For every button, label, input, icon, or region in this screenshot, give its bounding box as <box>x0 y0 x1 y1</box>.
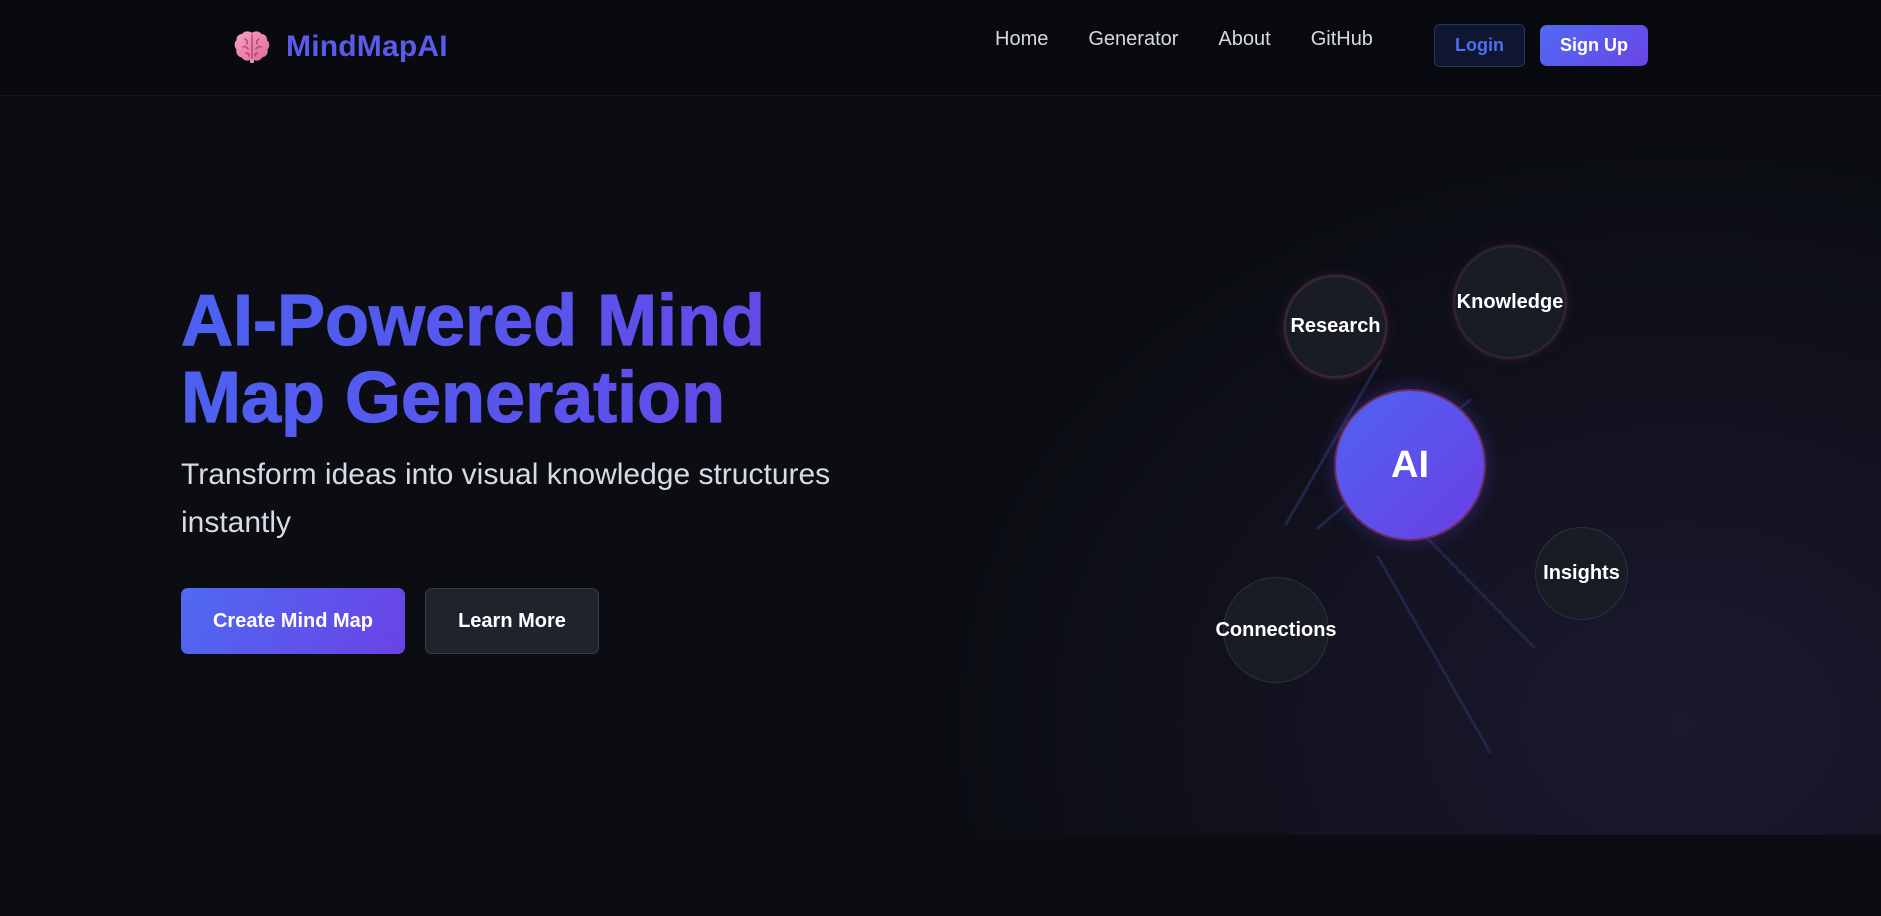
hero-title-line-2: Map Generation <box>180 358 726 438</box>
mind-map-node-connections[interactable]: Connections <box>1215 577 1337 683</box>
nav-link-home[interactable]: Home <box>995 28 1048 51</box>
mind-map-node-knowledge[interactable]: Knowledge <box>1454 246 1566 358</box>
signup-button[interactable]: Sign Up <box>1540 25 1648 66</box>
mind-map-node-research[interactable]: Research <box>1285 276 1386 377</box>
mind-map-node-insights[interactable]: Insights <box>1535 527 1628 620</box>
login-button[interactable]: Login <box>1434 24 1525 67</box>
hero-title: AI-Powered Mind Map Generation <box>180 281 901 438</box>
brand-name: MindMapAI <box>286 30 448 63</box>
nav-link-generator[interactable]: Generator <box>1088 28 1178 51</box>
hero-subtitle: Transform ideas into visual knowledge st… <box>181 458 831 539</box>
nav-link-github[interactable]: GitHub <box>1311 28 1373 51</box>
nav-link-about[interactable]: About <box>1218 28 1270 51</box>
nav-links: Home Generator About GitHub <box>995 28 1373 51</box>
create-mind-map-button[interactable]: Create Mind Map <box>181 588 405 654</box>
top-navbar: MindMapAI Home Generator About GitHub Lo… <box>0 0 1881 96</box>
brand-logo[interactable]: MindMapAI <box>232 27 448 67</box>
hero-title-line-1: AI-Powered Mind <box>180 281 766 361</box>
brain-icon <box>234 31 270 63</box>
mind-map-center-node[interactable]: AI <box>1334 389 1486 541</box>
learn-more-button[interactable]: Learn More <box>425 588 599 654</box>
